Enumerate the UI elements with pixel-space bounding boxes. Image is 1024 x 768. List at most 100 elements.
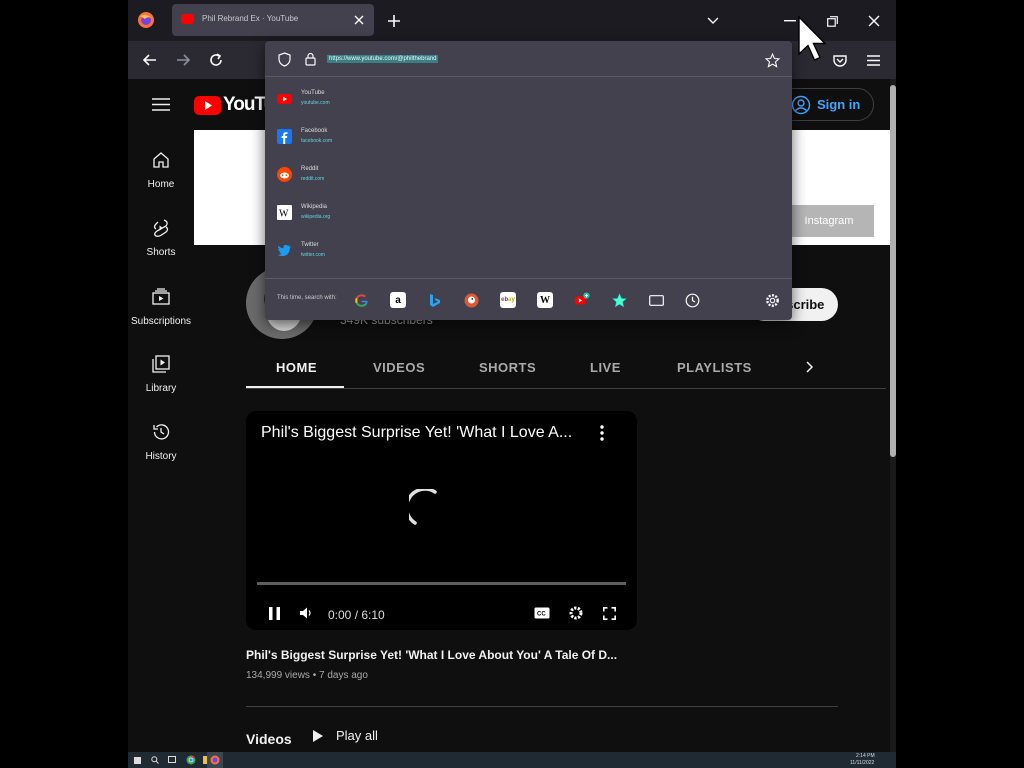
wikipedia-icon: W [277, 205, 292, 220]
twitter-icon [277, 243, 292, 258]
suggestion-title: Reddit [301, 166, 319, 172]
sidebar-item-home[interactable]: Home [128, 150, 194, 190]
tabs-icon[interactable] [648, 292, 664, 308]
new-tab-icon[interactable] [384, 11, 404, 31]
tray-time: 2:14 PM [856, 753, 875, 759]
facebook-icon [277, 129, 292, 144]
video-player[interactable]: Phil's Biggest Surprise Yet! 'What I Lov… [246, 411, 637, 630]
url-dropdown-panel: https://www.youtube.com/@philthebrand Yo… [265, 41, 792, 320]
google-icon[interactable] [353, 292, 369, 308]
suggestion-reddit[interactable]: Reddit reddit.com [265, 160, 792, 198]
player-more-icon[interactable] [592, 422, 612, 444]
reddit-icon [277, 167, 292, 182]
windows-taskbar: 2:14 PM 11/11/2022 [128, 752, 896, 768]
sidebar-item-history[interactable]: History [128, 422, 194, 462]
history-clock-icon[interactable] [684, 292, 700, 308]
taskbar-search-icon[interactable] [151, 756, 159, 764]
duckduckgo-icon[interactable] [463, 292, 479, 308]
tab-playlists[interactable]: PLAYLISTS [677, 360, 752, 375]
home-icon [151, 150, 171, 170]
browser-window: Phil Rebrand Ex · YouTube YouTube Sign i… [128, 0, 896, 752]
firefox-logo-icon[interactable] [136, 10, 156, 30]
url-text[interactable]: https://www.youtube.com/@philthebrand [327, 55, 439, 63]
scrollbar-thumb[interactable] [890, 85, 896, 457]
lock-icon[interactable] [302, 51, 318, 67]
youtube-icon [277, 91, 292, 106]
tab-title: Phil Rebrand Ex · YouTube [202, 14, 299, 23]
sidebar-item-library[interactable]: Library [128, 354, 194, 394]
tab-videos[interactable]: VIDEOS [373, 360, 425, 375]
youtube-tab-icon [181, 14, 194, 24]
suggestion-url: wikipedia.org [301, 214, 331, 220]
captions-icon[interactable]: CC [533, 605, 551, 621]
svg-text:CC: CC [537, 612, 546, 618]
bookmark-star-icon[interactable] [763, 51, 781, 69]
task-view-icon[interactable] [168, 756, 176, 763]
suggestion-twitter[interactable]: Twitter twitter.com [265, 236, 792, 274]
time-display: 0:00 / 6:10 [328, 608, 385, 622]
close-tab-icon[interactable] [352, 13, 366, 27]
tab-shorts[interactable]: SHORTS [479, 360, 536, 375]
ebay-icon[interactable]: ebay [500, 292, 516, 308]
tab-home[interactable]: HOME [276, 360, 317, 375]
section-divider [246, 706, 838, 707]
player-title: Phil's Biggest Surprise Yet! 'What I Lov… [261, 424, 573, 441]
sidebar-label-library: Library [145, 383, 177, 394]
chrome-taskbar-icon[interactable] [186, 755, 196, 765]
play-icon [312, 729, 324, 743]
tab-live[interactable]: LIVE [590, 360, 621, 375]
history-icon [151, 422, 171, 442]
sidebar-item-subscriptions[interactable]: Subscriptions [128, 287, 194, 327]
progress-bar[interactable] [257, 582, 626, 585]
forward-arrow-icon[interactable] [173, 50, 193, 70]
suggestion-url: youtube.com [301, 100, 330, 106]
tab-youtube[interactable]: Phil Rebrand Ex · YouTube [172, 4, 374, 36]
url-bar[interactable]: https://www.youtube.com/@philthebrand [265, 41, 792, 77]
svg-text:W: W [279, 209, 289, 220]
channel-tabs: HOME VIDEOS SHORTS LIVE PLAYLISTS [246, 347, 886, 389]
reload-icon[interactable] [206, 50, 226, 70]
sidebar-item-shorts[interactable]: Shorts [128, 218, 194, 258]
back-arrow-icon[interactable] [140, 50, 160, 70]
minimize-icon[interactable] [780, 11, 800, 31]
search-engines-row: This time, search with: a ebay W [265, 278, 792, 320]
bookmarks-star-icon[interactable] [611, 292, 627, 308]
fullscreen-icon[interactable] [600, 605, 618, 621]
hamburger-menu-icon[interactable] [863, 50, 883, 70]
suggestion-youtube[interactable]: YouTube youtube.com [265, 84, 792, 122]
video-meta: 134,999 views • 7 days ago [246, 670, 368, 681]
play-all-button[interactable]: Play all [312, 728, 378, 743]
suggestion-wikipedia[interactable]: W Wikipedia wikipedia.org [265, 198, 792, 236]
bing-icon[interactable] [427, 292, 443, 308]
pause-icon[interactable] [264, 605, 284, 621]
suggestion-url: reddit.com [301, 176, 325, 182]
wikipedia-search-icon[interactable]: W [537, 292, 553, 308]
account-icon [791, 95, 811, 115]
youtube-search-icon[interactable] [574, 292, 590, 308]
loading-spinner-icon [409, 489, 445, 529]
shorts-icon [151, 218, 171, 238]
video-title[interactable]: Phil's Biggest Surprise Yet! 'What I Lov… [246, 648, 617, 662]
library-icon [151, 354, 171, 374]
pocket-icon[interactable] [830, 50, 850, 70]
tabs-next-chevron-icon[interactable] [802, 358, 818, 376]
suggestion-facebook[interactable]: Facebook facebook.com [265, 122, 792, 160]
start-windows-icon[interactable] [134, 757, 141, 764]
firefox-taskbar-icon[interactable] [207, 752, 223, 768]
volume-icon[interactable] [298, 605, 314, 621]
suggestion-url: twitter.com [301, 252, 325, 258]
sidebar-label-history: History [145, 451, 177, 462]
tracking-shield-icon[interactable] [276, 51, 292, 67]
banner-instagram-link[interactable]: Instagram [784, 205, 874, 237]
list-tabs-icon[interactable] [703, 11, 723, 31]
tray-date: 11/11/2022 [850, 760, 875, 766]
settings-gear-icon[interactable] [567, 605, 585, 621]
page-scrollbar[interactable] [890, 79, 896, 752]
banner-instagram-label: Instagram [804, 215, 854, 227]
close-window-icon[interactable] [864, 11, 884, 31]
search-settings-gear-icon[interactable] [764, 292, 780, 308]
suggestion-title: Wikipedia [301, 204, 328, 210]
guide-menu-icon[interactable] [150, 94, 172, 114]
search-with-label: This time, search with: [277, 295, 337, 301]
amazon-icon[interactable]: a [390, 292, 406, 308]
